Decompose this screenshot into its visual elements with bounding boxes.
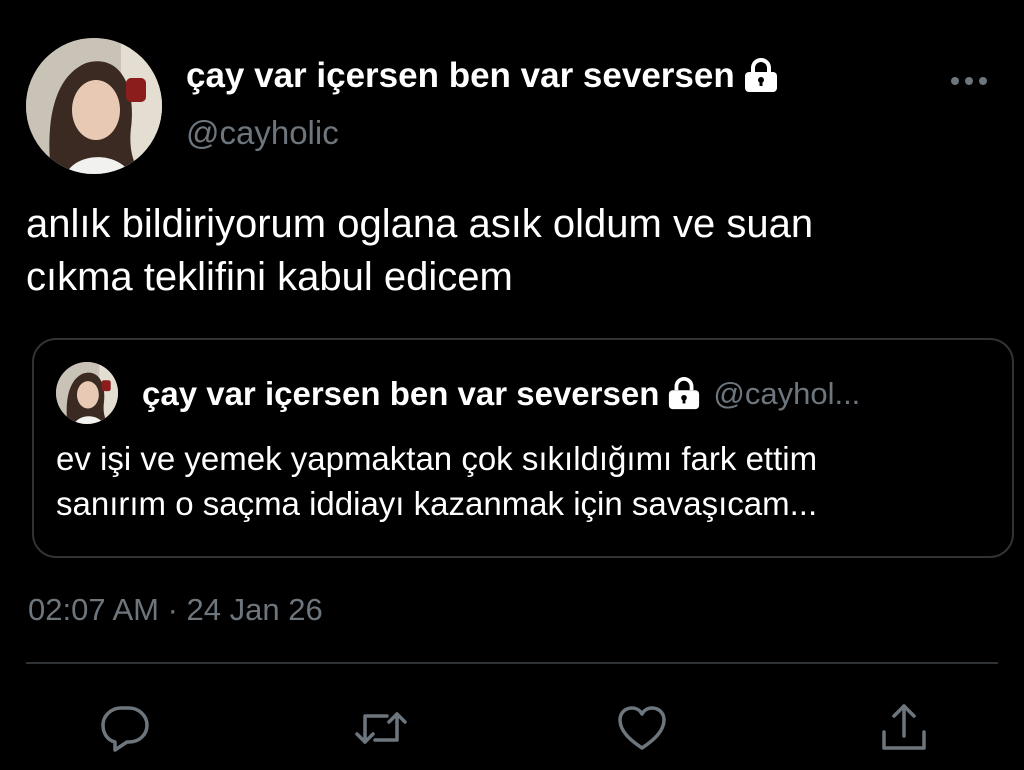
like-icon	[618, 706, 666, 750]
reply-icon	[101, 706, 149, 752]
quoted-tweet-card[interactable]: çay var içersen ben var seversen @cayhol…	[32, 338, 1014, 558]
quoted-tweet-header: çay var içersen ben var seversen @cayhol…	[142, 374, 860, 414]
quoted-author-avatar	[56, 362, 118, 424]
tweet-timestamp[interactable]: 02:07 AM · 24 Jan 26	[28, 590, 323, 630]
author-handle[interactable]: @cayholic	[186, 112, 339, 154]
quoted-author-handle: @cayhol...	[713, 376, 861, 411]
retweet-icon	[355, 712, 407, 744]
author-avatar[interactable]	[26, 38, 162, 174]
lock-icon	[667, 377, 701, 411]
share-button[interactable]	[876, 700, 932, 756]
retweet-button[interactable]	[353, 700, 409, 756]
tweet-text-line: cıkma teklifini kabul edicem	[26, 255, 513, 299]
quoted-text-line: sanırım o saçma iddiayı kazanmak için sa…	[56, 485, 818, 522]
divider	[26, 662, 998, 664]
more-options-icon[interactable]	[948, 70, 990, 92]
avatar-photo-icon	[26, 38, 162, 174]
lock-icon	[743, 58, 779, 94]
quoted-text-line: ev işi ve yemek yapmaktan çok sıkıldığım…	[56, 440, 818, 477]
author-display-name[interactable]: çay var içersen ben var seversen	[186, 54, 779, 98]
quoted-author-name: çay var içersen ben var seversen	[142, 375, 660, 412]
like-button[interactable]	[614, 700, 670, 756]
share-icon	[882, 704, 926, 750]
quoted-tweet-text: ev işi ve yemek yapmaktan çok sıkıldığım…	[56, 436, 817, 526]
tweet-text: anlık bildiriyorum oglana asık oldum ve …	[26, 198, 1016, 304]
reply-button[interactable]	[97, 700, 153, 756]
tweet-text-line: anlık bildiriyorum oglana asık oldum ve …	[26, 202, 814, 246]
avatar-photo-icon	[56, 362, 118, 424]
author-name-text: çay var içersen ben var seversen	[186, 56, 735, 95]
